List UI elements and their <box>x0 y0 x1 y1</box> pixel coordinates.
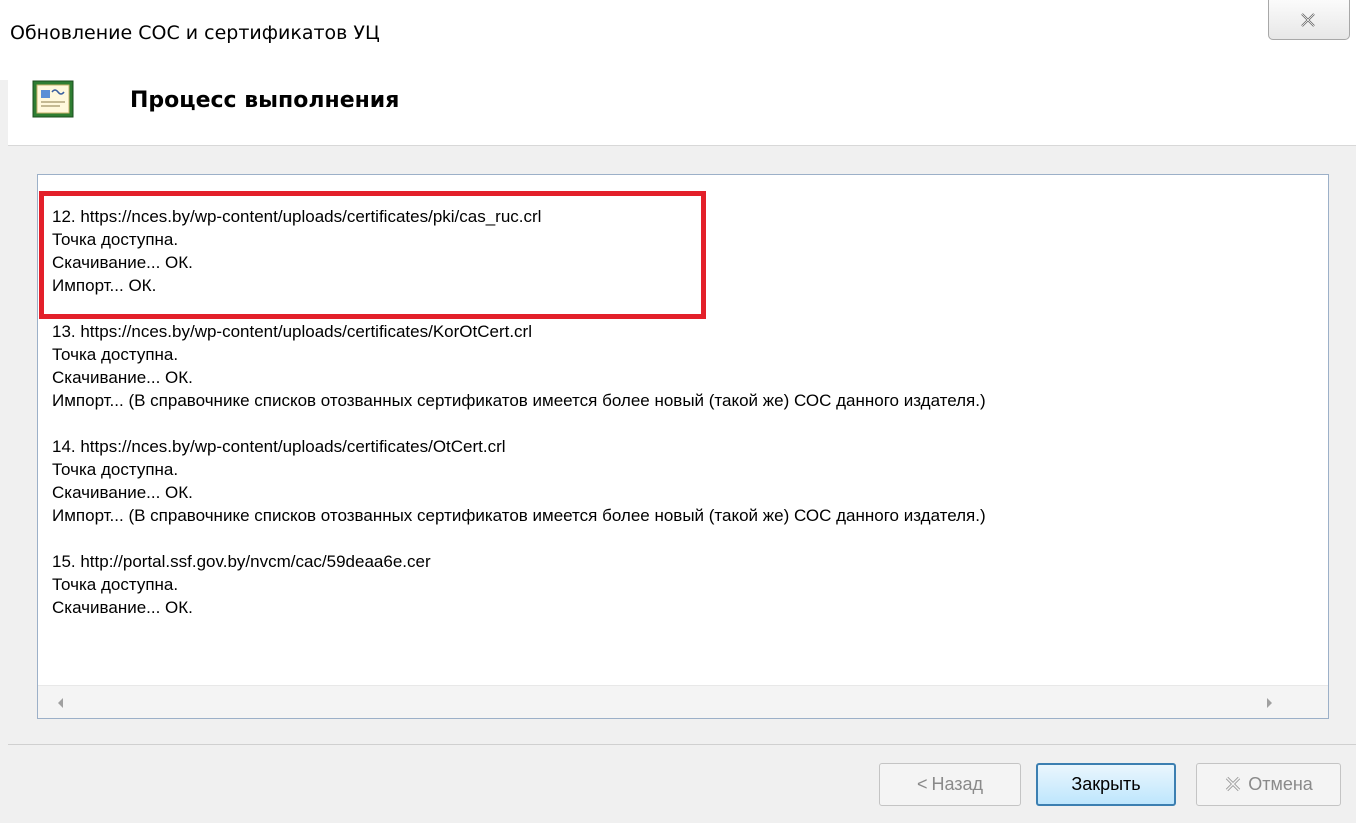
window-title: Обновление СОС и сертификатов УЦ <box>10 22 380 44</box>
cancel-button[interactable]: Отмена <box>1196 763 1341 806</box>
cancel-button-label: Отмена <box>1248 774 1313 794</box>
cancel-icon <box>1226 776 1241 792</box>
log-import: Импорт... (В справочнике списков отозван… <box>52 391 986 410</box>
dialog-window: Обновление СОС и сертификатов УЦ Процесс… <box>0 0 1356 823</box>
log-entry: 13. https://nces.by/wp-content/uploads/c… <box>52 320 1292 412</box>
log-import: Импорт... ОК. <box>52 276 157 295</box>
log-download: Скачивание... ОК. <box>52 253 193 272</box>
log-entry: 14. https://nces.by/wp-content/uploads/c… <box>52 435 1292 527</box>
close-button-label: Закрыть <box>1071 774 1141 794</box>
log-url: 15. http://portal.ssf.gov.by/nvcm/cac/59… <box>52 552 431 571</box>
close-button[interactable]: Закрыть <box>1036 763 1176 806</box>
log-download: Скачивание... ОК. <box>52 598 193 617</box>
chevron-left-icon: < <box>916 774 928 794</box>
log-download: Скачивание... ОК. <box>52 483 193 502</box>
log-status: Точка доступна. <box>52 575 179 594</box>
certificate-icon <box>32 80 74 118</box>
scroll-right-icon[interactable] <box>1254 686 1284 719</box>
log-content: 12. https://nces.by/wp-content/uploads/c… <box>52 205 1292 642</box>
log-status: Точка доступна. <box>52 460 179 479</box>
log-status: Точка доступна. <box>52 345 179 364</box>
log-download: Скачивание... ОК. <box>52 368 193 387</box>
footer-divider <box>8 744 1356 745</box>
log-url: 12. https://nces.by/wp-content/uploads/c… <box>52 207 542 226</box>
wizard-header: Процесс выполнения <box>8 60 1356 146</box>
log-url: 13. https://nces.by/wp-content/uploads/c… <box>52 322 532 341</box>
log-import: Импорт... (В справочнике списков отозван… <box>52 506 986 525</box>
scroll-left-icon[interactable] <box>46 686 76 719</box>
log-entry: 12. https://nces.by/wp-content/uploads/c… <box>52 205 1292 297</box>
log-url: 14. https://nces.by/wp-content/uploads/c… <box>52 437 506 456</box>
log-status: Точка доступна. <box>52 230 179 249</box>
horizontal-scrollbar[interactable] <box>38 685 1328 719</box>
back-button-label: Назад <box>931 774 984 794</box>
log-entry: 15. http://portal.ssf.gov.by/nvcm/cac/59… <box>52 550 1292 619</box>
close-icon <box>1301 13 1315 27</box>
log-output[interactable]: 12. https://nces.by/wp-content/uploads/c… <box>37 174 1329 719</box>
page-title: Процесс выполнения <box>130 88 400 113</box>
back-button[interactable]: < Назад <box>879 763 1021 806</box>
window-close-button[interactable] <box>1268 0 1350 40</box>
